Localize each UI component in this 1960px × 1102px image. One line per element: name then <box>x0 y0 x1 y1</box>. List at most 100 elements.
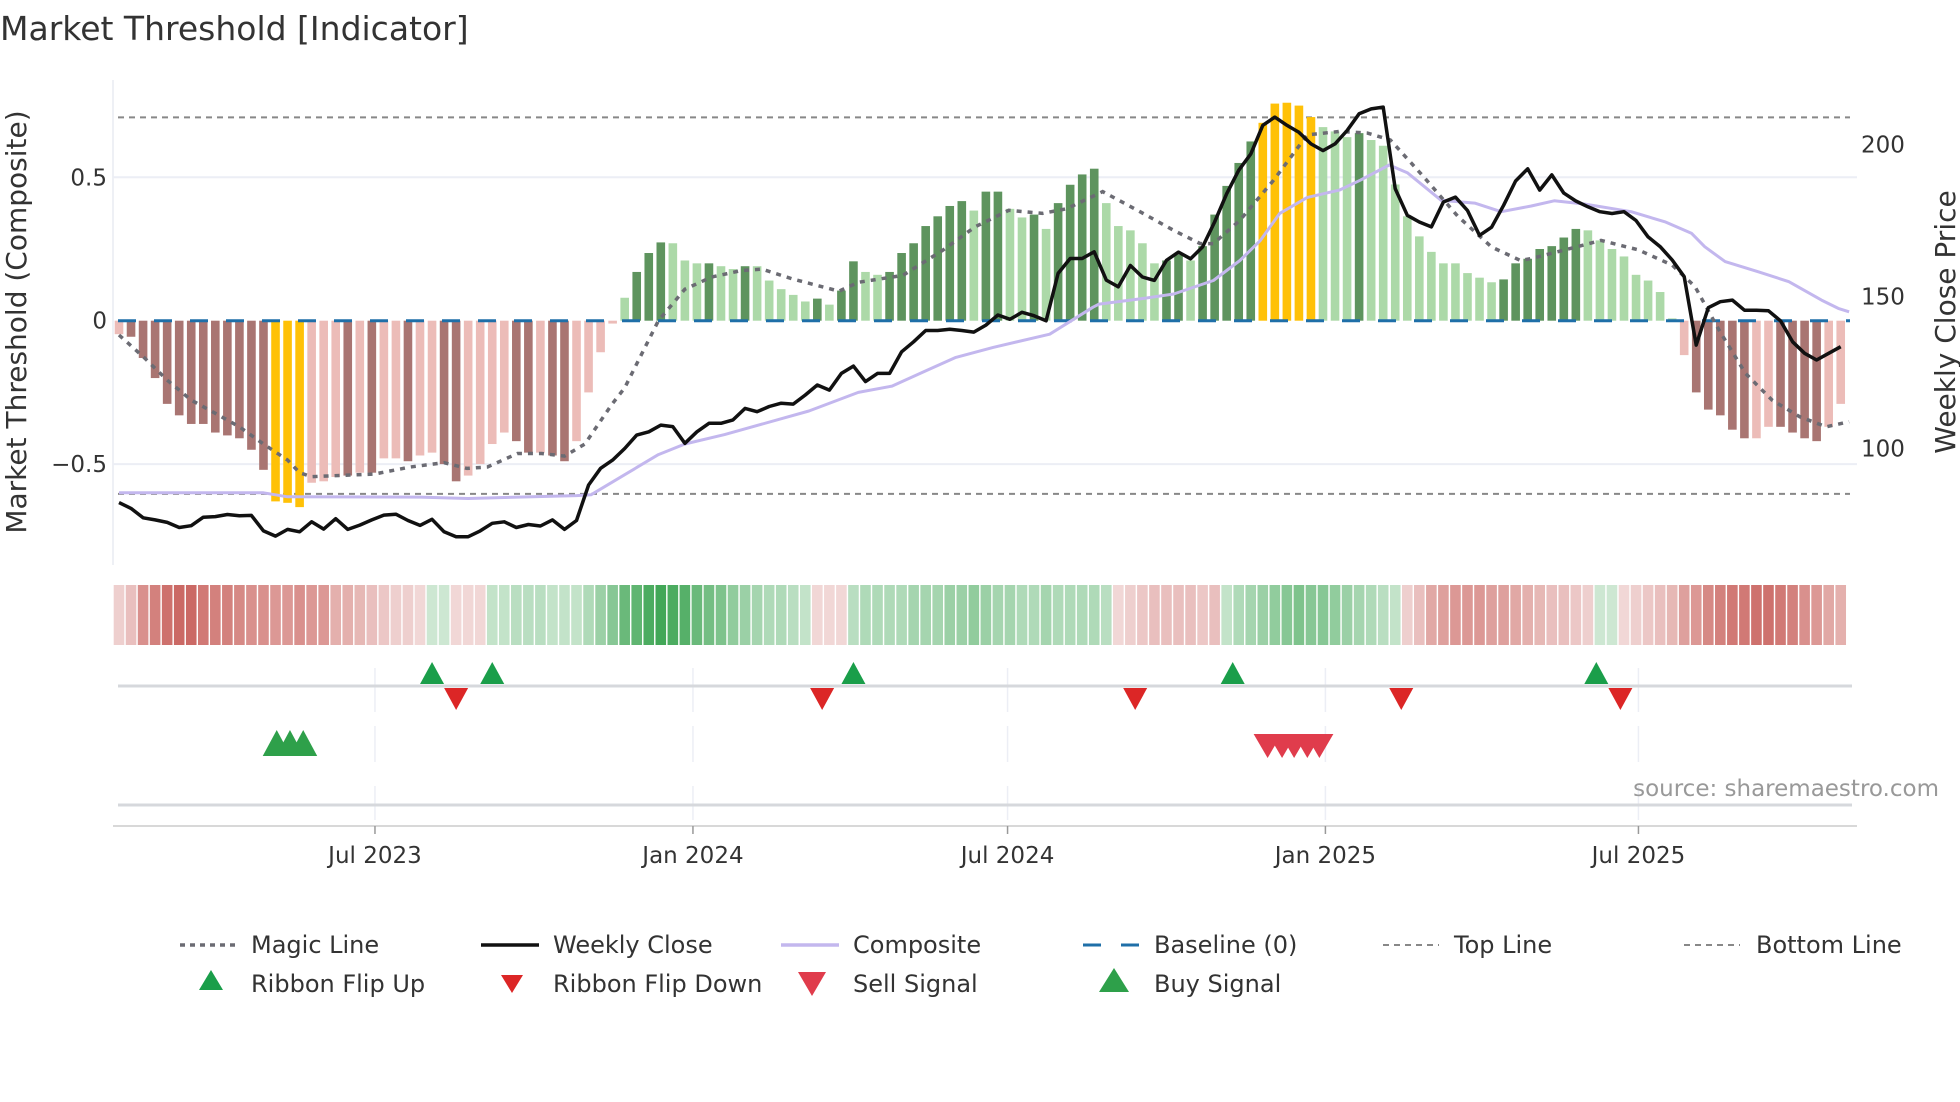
ribbon-cell <box>246 585 257 645</box>
ribbon-cell <box>968 585 980 645</box>
ribbon-cell <box>812 585 823 645</box>
threshold-bar <box>259 320 268 470</box>
threshold-bar <box>1511 263 1520 321</box>
threshold-bar <box>427 320 437 453</box>
ribbon-cell <box>775 585 787 645</box>
threshold-bar <box>813 298 822 321</box>
ribbon-cell <box>1498 585 1509 645</box>
threshold-bar <box>451 320 461 482</box>
ribbon-cell <box>1811 585 1822 645</box>
ribbon-cell <box>258 585 269 645</box>
market-threshold-chart: Market Threshold [Indicator] Jul 2023 Jan… <box>0 9 1960 998</box>
legend-label: Top Line <box>1453 931 1552 959</box>
ribbon-cell <box>1763 585 1774 645</box>
ribbon-flip-down-marker <box>1389 688 1414 710</box>
ribbon-cell <box>1221 585 1232 645</box>
threshold-bar <box>463 320 473 476</box>
threshold-bar <box>150 320 160 379</box>
ribbon-cell <box>1317 585 1329 645</box>
ribbon-cell <box>511 585 522 645</box>
ribbon-cell <box>1137 585 1148 645</box>
ribbon-cell <box>342 585 354 645</box>
ribbon-cell <box>137 585 149 645</box>
ribbon-cell <box>619 585 630 645</box>
trend-ribbon <box>113 585 1847 645</box>
ribbon-cell <box>1305 585 1317 645</box>
ribbon-cell <box>535 585 546 645</box>
ribbon-cell <box>1269 585 1281 645</box>
ribbon-cell <box>113 585 125 645</box>
threshold-bar <box>379 320 389 459</box>
legend-item: Magic Line <box>180 931 379 959</box>
ribbon-cell <box>222 585 233 645</box>
ribbon-cell <box>161 585 173 645</box>
threshold-bar <box>1427 251 1436 321</box>
ribbon-cell <box>739 585 751 645</box>
ribbon-cell <box>1642 585 1654 645</box>
threshold-bar <box>945 205 955 321</box>
ribbon-cell <box>799 585 811 645</box>
threshold-bar <box>825 304 834 321</box>
threshold-bar <box>1439 263 1448 321</box>
threshold-bar <box>367 320 377 473</box>
x-tick-label: Jul 2025 <box>1590 843 1686 869</box>
ribbon-flip-up-marker <box>420 662 445 684</box>
ribbon-cell <box>848 585 859 645</box>
ribbon-cell <box>1702 585 1714 645</box>
ribbon-cell <box>1281 585 1293 645</box>
ribbon-cell <box>282 585 293 645</box>
threshold-bar <box>415 320 425 456</box>
ribbon-cell <box>523 585 534 645</box>
threshold-bar <box>1764 320 1773 427</box>
ribbon-cell <box>1570 585 1582 645</box>
chart-title: Market Threshold [Indicator] <box>0 9 469 48</box>
legend-label: Ribbon Flip Down <box>553 970 762 998</box>
threshold-bar <box>692 263 702 321</box>
ribbon-cell <box>1775 585 1786 645</box>
threshold-bar <box>1728 320 1737 430</box>
threshold-bar <box>331 320 341 478</box>
threshold-bar <box>1451 263 1460 321</box>
ribbon-cell <box>571 585 582 645</box>
ribbon-cell <box>860 585 871 645</box>
right-y-tick-label: 100 <box>1861 437 1905 463</box>
ribbon-cell <box>1125 585 1136 645</box>
ribbon-flip-up-marker <box>1584 662 1609 684</box>
legend-item: Sell Signal <box>798 970 978 998</box>
ribbon-cell <box>1329 585 1341 645</box>
threshold-bar <box>752 266 762 321</box>
x-axis: Jul 2023 Jan 2024 Jul 2024 Jan 2025 Jul 2025 <box>113 825 1857 869</box>
threshold-bar <box>1535 249 1545 321</box>
threshold-bar <box>174 320 184 416</box>
threshold-bar <box>247 320 256 450</box>
ribbon-cell <box>197 585 209 645</box>
ribbon-flip-down-marker <box>444 688 469 710</box>
ribbon-cell <box>330 585 342 645</box>
threshold-bar <box>211 320 220 433</box>
ribbon-cell <box>1426 585 1437 645</box>
ribbon-cell <box>1690 585 1702 645</box>
ribbon-flip-up-marker <box>841 662 866 684</box>
ribbon-cell <box>583 585 594 645</box>
ribbon-cell <box>944 585 956 645</box>
threshold-bar <box>644 253 654 321</box>
threshold-bar <box>499 320 509 433</box>
legend-item: Ribbon Flip Up <box>199 970 425 998</box>
signal-markers <box>118 662 1852 820</box>
threshold-bars <box>114 102 1850 508</box>
ribbon-cell <box>1450 585 1461 645</box>
right-axis-label: Weekly Close Price <box>1929 190 1960 453</box>
ribbon-cell <box>1389 585 1401 645</box>
left-y-tick-label: −0.5 <box>51 452 107 478</box>
ribbon-cell <box>438 585 450 645</box>
threshold-bar <box>186 320 196 424</box>
ribbon-cell <box>1618 585 1630 645</box>
x-tick-label: Jan 2025 <box>1273 843 1376 869</box>
threshold-bar <box>1174 254 1183 321</box>
threshold-bar <box>909 243 918 321</box>
ribbon-cell <box>1209 585 1220 645</box>
ribbon-cell <box>763 585 775 645</box>
ribbon-cell <box>234 585 245 645</box>
ribbon-cell <box>1100 585 1112 645</box>
ribbon-flip-up-marker <box>480 662 505 684</box>
